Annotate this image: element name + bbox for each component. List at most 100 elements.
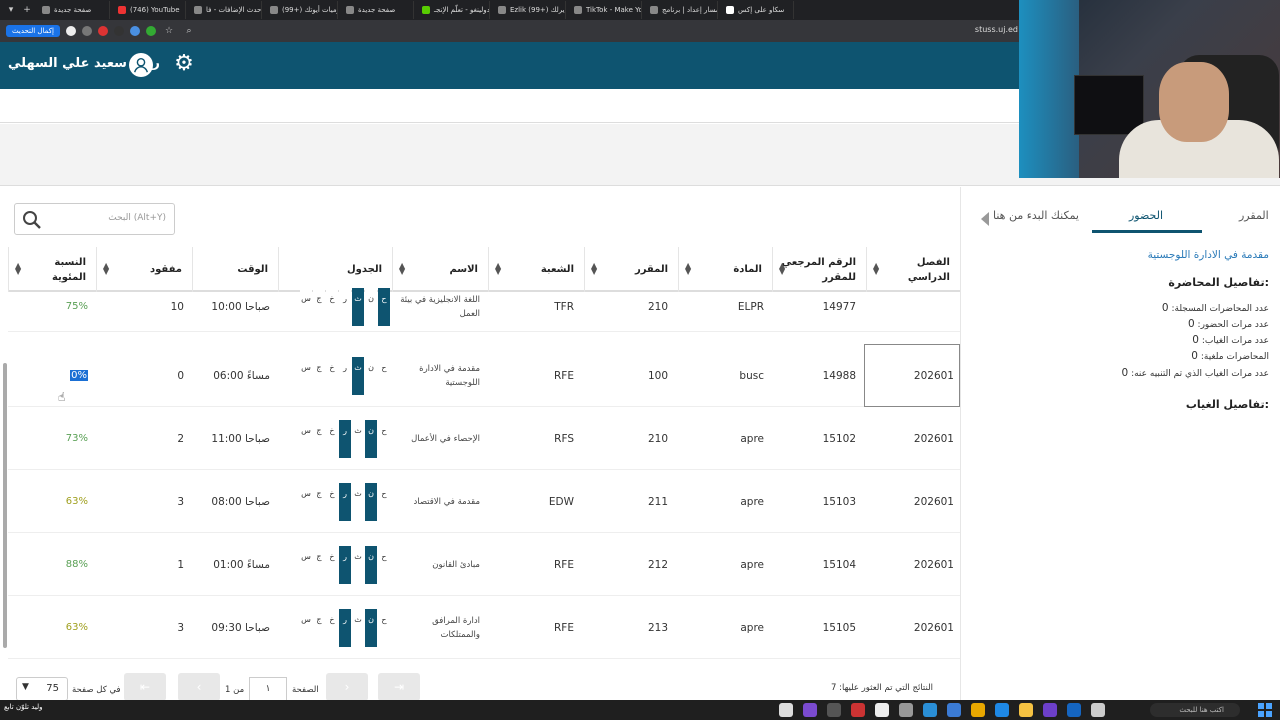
stat-warned: عدد مرات الغياب الذي تم التنبيه عنه: 0: [1121, 367, 1270, 379]
ref-cell: 15102: [822, 432, 856, 445]
schedule-day: ر: [339, 419, 351, 458]
course-title-link[interactable]: مقدمة في الادارة اللوجستية: [1148, 249, 1269, 261]
next-page-button[interactable]: ›: [326, 673, 368, 701]
tab-course[interactable]: المقرر: [1239, 209, 1269, 222]
schedule-day: ن: [365, 608, 377, 647]
percent-cell: 0%: [8, 344, 88, 407]
sort-icon[interactable]: ▲ ▼: [591, 262, 597, 276]
bookmark-star-icon[interactable]: ☆: [162, 24, 176, 38]
sort-icon[interactable]: ▲ ▼: [103, 262, 109, 276]
browser-tab[interactable]: مسار إعداد | برنامج: [644, 1, 718, 19]
app-icon[interactable]: [875, 703, 889, 717]
relaunch-button[interactable]: إكمال التحديث: [6, 25, 60, 37]
search-icon[interactable]: [22, 210, 42, 230]
new-tab-button[interactable]: +: [20, 3, 34, 17]
browser-tab[interactable]: TikTok - Make Your: [568, 1, 642, 19]
app-icon[interactable]: [923, 703, 937, 717]
extension-icon[interactable]: [129, 26, 140, 36]
subject-cell: apre: [740, 558, 764, 571]
schedule-cell: حنثرخجس: [278, 407, 392, 470]
section-cell: TFR: [554, 300, 574, 313]
percent-cell: 88%: [8, 533, 88, 596]
browser-tab[interactable]: (746) YouTube: [112, 1, 186, 19]
table-row[interactable]: 88% 1 01:00 مساءً ح ن ث ر خ ج س مبادئ القانون RFE 21…: [8, 533, 960, 596]
browser-tab[interactable]: صفحة جديدة: [36, 1, 110, 19]
extension-icon[interactable]: [145, 26, 156, 36]
details-tabs: يمكنك البدء من هنا الحضور المقرر: [961, 203, 1280, 233]
sort-icon[interactable]: ▲ ▼: [779, 262, 785, 276]
stat-registered: عدد المحاضرات المسجلة: 0: [1161, 302, 1269, 314]
app-icon[interactable]: [1067, 703, 1081, 717]
browser-tab[interactable]: دولينغو - تعلّم الإنجـ: [416, 1, 490, 19]
table-row[interactable]: 75% 10 10:00 صباحا ح ن ث ر خ ج س اللغة الانجليزية …: [8, 281, 960, 332]
browser-tab[interactable]: صفحة جديدة: [340, 1, 414, 19]
search-icon[interactable]: ⌕: [182, 24, 196, 38]
sort-icon[interactable]: ▲ ▼: [15, 262, 21, 276]
sort-icon[interactable]: ▲ ▼: [873, 262, 879, 276]
page-number-input[interactable]: ١: [249, 677, 287, 701]
schedule-day: ج: [313, 482, 325, 521]
chrome-icon[interactable]: [971, 703, 985, 717]
browser-tab[interactable]: (99+) يوميات أيوتك: [264, 1, 338, 19]
schedule-day: ح: [378, 419, 390, 458]
absence-details-heading: تفاصيل الغياب:: [1185, 398, 1269, 411]
schedule-day: س: [300, 608, 312, 647]
settings-gear-icon[interactable]: ⚙: [172, 52, 196, 76]
schedule-day: س: [300, 419, 312, 458]
tab-attendance[interactable]: الحضور: [1129, 209, 1163, 222]
focused-cell[interactable]: [864, 344, 960, 407]
collapse-arrow-icon[interactable]: [981, 212, 989, 226]
app-icon[interactable]: [827, 703, 841, 717]
webcam-overlay: [1019, 0, 1280, 178]
ref-cell: 14977: [822, 300, 856, 313]
schedule-day: ن: [365, 287, 377, 326]
app-icon[interactable]: [1043, 703, 1057, 717]
last-page-button[interactable]: ⇤: [124, 673, 166, 701]
app-icon[interactable]: [803, 703, 817, 717]
table-row[interactable]: 63% 3 09:30 صباحا ح ن ث ر خ ج س ادارة المرافق والم…: [8, 596, 960, 659]
user-avatar-icon[interactable]: [129, 53, 153, 77]
app-icon[interactable]: [779, 703, 793, 717]
app-icon[interactable]: [995, 703, 1009, 717]
sort-icon[interactable]: ▲ ▼: [399, 262, 405, 276]
tab-get-started[interactable]: يمكنك البدء من هنا: [993, 209, 1079, 222]
address-bar-url[interactable]: stuss.uj.ed: [975, 25, 1018, 34]
per-page-select[interactable]: ▼ 75: [16, 677, 68, 701]
table-row[interactable]: 73% 2 11:00 صباحا ح ن ث ر خ ج س الإحصاء في الأعمال…: [8, 407, 960, 470]
schedule-cell: حنثرخجس: [278, 281, 392, 332]
extension-icon[interactable]: [113, 26, 124, 36]
schedule-days: حنثرخجس: [300, 287, 390, 326]
browser-tab[interactable]: سكاو على إكس: [720, 1, 794, 19]
sort-icon[interactable]: ▲ ▼: [495, 262, 501, 276]
prev-page-button[interactable]: ‹: [178, 673, 220, 701]
app-icon[interactable]: [899, 703, 913, 717]
attendance-percent: 73%: [65, 433, 88, 444]
app-icon[interactable]: [947, 703, 961, 717]
browser-tab[interactable]: Ezlik (99+) إيرلك: [492, 1, 566, 19]
missed-cell: 0: [177, 369, 184, 382]
table-scrollbar[interactable]: [2, 293, 8, 653]
extension-icon[interactable]: [81, 26, 92, 36]
search-input[interactable]: البحث (Alt+Y): [14, 203, 175, 235]
windows-start-icon[interactable]: [1258, 703, 1272, 717]
table-row[interactable]: 63% 3 08:00 صباحا ح ن ث ر خ ج س مقدمة في الاقتصاد E…: [8, 470, 960, 533]
browser-tab[interactable]: أحدث الإضافات - فا: [188, 1, 262, 19]
app-icon[interactable]: [851, 703, 865, 717]
page-label: الصفحة: [292, 685, 319, 695]
profile-icon[interactable]: [65, 26, 76, 36]
app-icon[interactable]: [1091, 703, 1105, 717]
schedule-day: ج: [313, 287, 325, 326]
extension-icon[interactable]: [97, 26, 108, 36]
first-page-button[interactable]: ⇥: [378, 673, 420, 701]
section-cell: RFS: [554, 432, 574, 445]
missed-cell: 3: [177, 621, 184, 634]
table-row[interactable]: 0% 0 06:00 مساءً ح ن ث ر خ ج س مقدمة في الادارة ال…: [8, 344, 960, 407]
page-of-label: من 1: [225, 685, 245, 695]
schedule-cell: حنثرخجس: [278, 344, 392, 407]
folder-icon[interactable]: [1019, 703, 1033, 717]
tab-search-icon[interactable]: ▾: [4, 3, 18, 17]
schedule-day: ح: [378, 545, 390, 584]
sort-icon[interactable]: ▲ ▼: [685, 262, 691, 276]
taskbar-search-input[interactable]: اكتب هنا للبحث: [1150, 703, 1240, 717]
taskbar-left-text[interactable]: وليد تلوّن تابع: [4, 703, 43, 711]
